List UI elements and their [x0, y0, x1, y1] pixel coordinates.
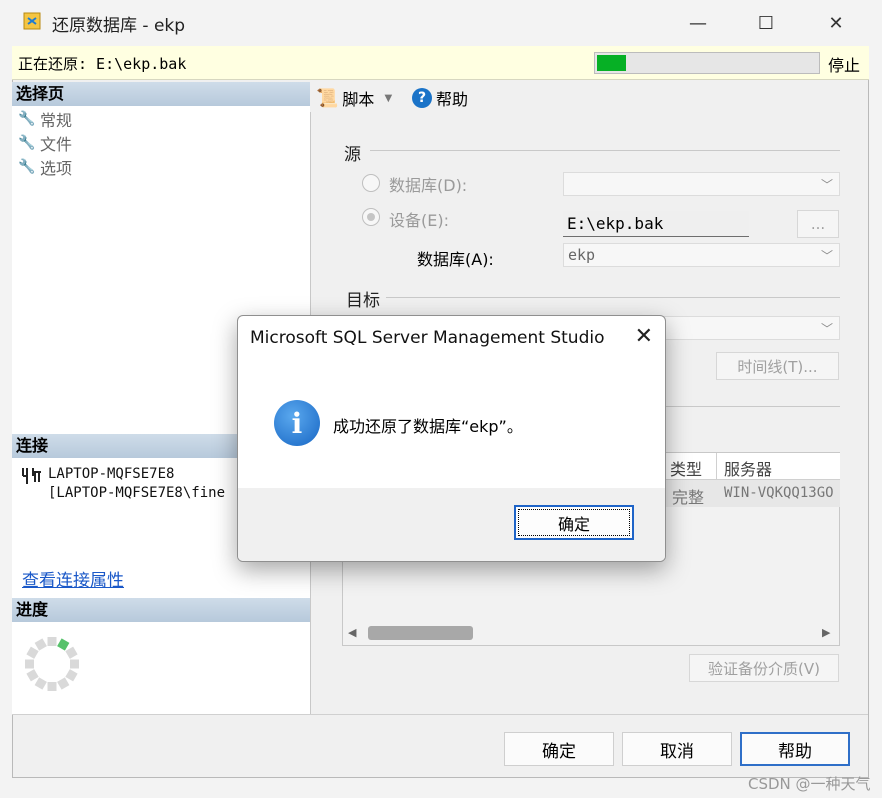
minimize-button[interactable]: — — [678, 8, 718, 38]
source-database-combo[interactable]: ﹀ — [563, 172, 840, 196]
page-options-label: 选项 — [40, 159, 73, 178]
success-dialog: Microsoft SQL Server Management Studio ✕… — [237, 315, 666, 562]
grid-header-server[interactable]: 服务器 — [724, 456, 772, 480]
script-icon: 📜 — [316, 87, 339, 109]
info-icon: i — [274, 400, 320, 446]
verify-backup-button[interactable]: 验证备份介质(V) — [689, 654, 839, 682]
stop-button[interactable]: 停止 — [828, 52, 860, 76]
page-files-label: 文件 — [40, 135, 73, 154]
restore-plan-divider — [650, 406, 840, 407]
scroll-right-icon[interactable]: ▶ — [822, 626, 830, 639]
chevron-down-icon: ﹀ — [820, 322, 833, 336]
server-connection-icon — [22, 468, 41, 484]
source-divider — [370, 150, 840, 151]
page-general-label: 常规 — [40, 111, 73, 130]
device-radio-label: 设备(E): — [389, 211, 449, 230]
device-path-field[interactable]: E:\ekp.bak — [563, 211, 749, 237]
restore-status-text: 正在还原: E:\ekp.bak — [18, 55, 187, 73]
wrench-icon: 🔧 — [18, 159, 36, 175]
connection-user: [LAPTOP-MQFSE7E8\fine — [48, 485, 226, 501]
device-radio[interactable] — [362, 208, 380, 226]
select-page-header: 选择页 — [12, 82, 310, 106]
progress-fill — [597, 55, 627, 71]
restore-database-icon — [23, 12, 41, 30]
chevron-down-icon: ▼ — [384, 92, 393, 104]
chevron-down-icon: ﹀ — [820, 249, 833, 263]
chevron-down-icon: ﹀ — [820, 178, 833, 192]
page-general[interactable]: 🔧 常规 — [18, 108, 72, 130]
target-divider — [386, 297, 840, 298]
script-button[interactable]: 📜 脚本 ▼ — [316, 86, 392, 110]
grid-cell-server: WIN-VQKQQ13GO — [724, 485, 834, 501]
connection-server: LAPTOP-MQFSE7E8 — [48, 466, 175, 482]
help-toolbar-button[interactable]: ? 帮助 — [412, 86, 468, 110]
dialog-title: Microsoft SQL Server Management Studio — [250, 328, 605, 348]
dialog-close-icon[interactable]: ✕ — [635, 324, 653, 349]
database-combo-value: ekp — [568, 246, 596, 264]
database-combo[interactable]: ekp ﹀ — [563, 243, 840, 267]
page-options[interactable]: 🔧 选项 — [18, 156, 72, 178]
help-toolbar-label: 帮助 — [436, 90, 469, 109]
cancel-button[interactable]: 取消 — [622, 732, 732, 766]
dialog-message: 成功还原了数据库“ekp”。 — [333, 417, 523, 436]
page-files[interactable]: 🔧 文件 — [18, 132, 72, 154]
view-connection-properties-link[interactable]: 查看连接属性 — [22, 566, 124, 591]
target-group-title: 目标 — [346, 291, 380, 311]
script-label: 脚本 — [342, 90, 375, 109]
restore-progress-bar — [594, 52, 820, 74]
scroll-left-icon[interactable]: ◀ — [348, 626, 356, 639]
ok-button[interactable]: 确定 — [504, 732, 614, 766]
help-icon: ? — [412, 88, 432, 108]
grid-cell-type: 完整 — [672, 488, 705, 507]
browse-button[interactable]: ... — [797, 210, 839, 238]
grid-header-type[interactable]: 类型 — [670, 456, 702, 480]
progress-spinner-icon — [25, 637, 79, 691]
wrench-icon: 🔧 — [18, 135, 36, 151]
source-group-title: 源 — [344, 145, 361, 165]
scrollbar-thumb[interactable] — [368, 626, 473, 640]
close-button[interactable]: ✕ — [816, 8, 856, 38]
wrench-icon: 🔧 — [18, 111, 36, 127]
database-label: 数据库(A): — [417, 250, 494, 269]
progress-header: 进度 — [12, 598, 310, 622]
window-title: 还原数据库 - ekp — [52, 16, 186, 36]
toolbar — [310, 82, 868, 112]
maximize-button[interactable]: ☐ — [746, 8, 786, 38]
connection-header: 连接 — [12, 434, 237, 458]
dialog-ok-button[interactable]: 确定 — [514, 505, 634, 540]
target-database-combo[interactable]: ﹀ — [650, 316, 840, 340]
footer-divider — [12, 714, 868, 715]
watermark: CSDN @一种天气 — [748, 775, 871, 793]
database-radio-label: 数据库(D): — [389, 176, 468, 195]
background-app-left — [0, 0, 12, 798]
help-button[interactable]: 帮助 — [740, 732, 850, 766]
database-radio[interactable] — [362, 174, 380, 192]
timeline-button[interactable]: 时间线(T)... — [716, 352, 839, 380]
